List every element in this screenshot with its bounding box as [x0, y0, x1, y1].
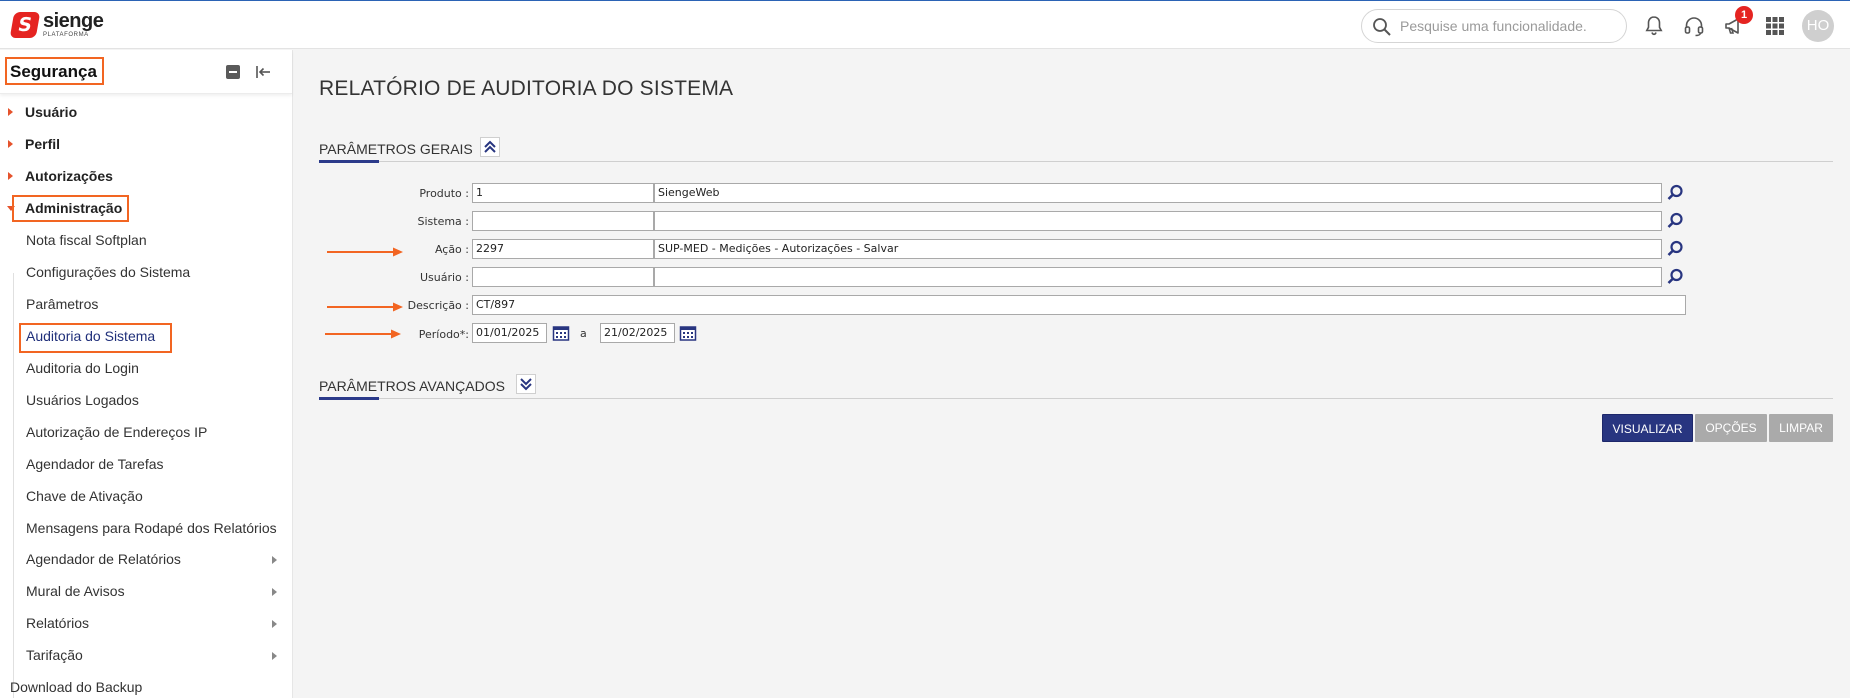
sienge-logo[interactable]: S sienge PLATAFORMA [9, 10, 104, 38]
acao-name-input[interactable]: SUP-MED - Medições - Autorizações - Salv… [654, 239, 1662, 259]
sidebar-item-mural-de-avisos[interactable]: Mural de Avisos [26, 579, 292, 603]
magnifier-icon[interactable] [1665, 267, 1685, 287]
magnifier-icon[interactable] [1665, 239, 1685, 259]
chevron-right-icon [272, 620, 277, 628]
brand-subtitle: PLATAFORMA [43, 32, 89, 38]
produto-label: Produto : [419, 187, 469, 200]
sistema-name-input[interactable] [654, 211, 1662, 231]
caret-right-icon [8, 140, 13, 148]
sidebar-item-parametros[interactable]: Parâmetros [26, 292, 292, 316]
sidebar-item-mensagens-rodape[interactable]: Mensagens para Rodapé dos Relatórios [26, 516, 292, 540]
annotation-arrow-icon [327, 247, 403, 257]
headset-icon[interactable] [1682, 14, 1706, 38]
sistema-label: Sistema : [417, 215, 469, 228]
user-avatar[interactable]: HO [1802, 10, 1834, 42]
magnifier-icon[interactable] [1665, 183, 1685, 203]
caret-down-icon [7, 206, 15, 211]
sidebar: Segurança Usuário Perfil Autorizações Ad… [0, 50, 293, 698]
sidebar-item-autorizacoes[interactable]: Autorizações [0, 164, 292, 188]
page-title: RELATÓRIO DE AUDITORIA DO SISTEMA [319, 77, 734, 100]
sidebar-item-autorizacao-enderecos-ip[interactable]: Autorização de Endereços IP [26, 420, 292, 444]
expand-section-button[interactable] [516, 374, 536, 394]
sidebar-item-relatorios[interactable]: Relatórios [26, 611, 292, 635]
opcoes-button[interactable]: OPÇÕES [1695, 414, 1767, 442]
collapse-all-icon[interactable] [226, 65, 240, 79]
brand-name: sienge [43, 10, 104, 32]
chevron-double-up-icon [484, 140, 496, 153]
sidebar-item-chave-de-ativacao[interactable]: Chave de Ativação [26, 484, 292, 508]
chevron-double-down-icon [520, 378, 532, 391]
section-title: PARÂMETROS AVANÇADOS [319, 378, 505, 394]
annotation-arrow-icon [327, 302, 403, 312]
periodo-start-input[interactable]: 01/01/2025 [472, 323, 547, 343]
calendar-icon[interactable] [552, 324, 570, 342]
sidebar-item-auditoria-do-login[interactable]: Auditoria do Login [26, 356, 292, 380]
produto-code-input[interactable]: 1 [472, 183, 654, 203]
sienge-logo-icon: S [9, 11, 41, 38]
limpar-button[interactable]: LIMPAR [1769, 414, 1833, 442]
section-underline [319, 397, 379, 400]
sidebar-item-configuracoes-do-sistema[interactable]: Configurações do Sistema [26, 260, 292, 284]
usuario-label: Usuário : [419, 271, 469, 284]
caret-right-icon [8, 172, 13, 180]
collapse-section-button[interactable] [480, 137, 500, 157]
section-underline [319, 160, 379, 163]
usuario-code-input[interactable] [472, 267, 654, 287]
tree-line [13, 273, 14, 698]
sistema-code-input[interactable] [472, 211, 654, 231]
visualizar-button[interactable]: VISUALIZAR [1602, 414, 1693, 442]
sidebar-item-usuarios-logados[interactable]: Usuários Logados [26, 388, 292, 412]
sidebar-item-download-do-backup[interactable]: Download do Backup [10, 675, 270, 698]
chevron-right-icon [272, 556, 277, 564]
section-parametros-gerais: PARÂMETROS GERAIS [319, 136, 1833, 163]
sidebar-item-usuario[interactable]: Usuário [0, 100, 292, 124]
periodo-separator: a [580, 327, 587, 340]
chevron-right-icon [272, 588, 277, 596]
sidebar-item-agendador-de-relatorios[interactable]: Agendador de Relatórios [26, 547, 292, 571]
sidebar-item-nota-fiscal-softplan[interactable]: Nota fiscal Softplan [26, 228, 292, 252]
sidebar-item-agendador-de-tarefas[interactable]: Agendador de Tarefas [26, 452, 292, 476]
acao-code-input[interactable]: 2297 [472, 239, 654, 259]
hide-sidebar-icon[interactable] [255, 64, 271, 80]
calendar-icon[interactable] [679, 324, 697, 342]
notification-badge: 1 [1735, 6, 1753, 24]
usuario-name-input[interactable] [654, 267, 1662, 287]
sidebar-item-administracao[interactable]: Administração [0, 196, 292, 220]
annotation-arrow-icon [325, 329, 401, 339]
caret-right-icon [8, 108, 13, 116]
sidebar-title: Segurança [10, 62, 97, 81]
produto-name-input[interactable]: SiengeWeb [654, 183, 1662, 203]
sidebar-item-perfil[interactable]: Perfil [0, 132, 292, 156]
section-parametros-avancados: PARÂMETROS AVANÇADOS [319, 373, 1833, 400]
descricao-input[interactable]: CT/897 [472, 295, 1686, 315]
sidebar-header: Segurança [0, 50, 292, 94]
periodo-end-input[interactable]: 21/02/2025 [600, 323, 675, 343]
top-bar: S sienge PLATAFORMA 1 HO [0, 0, 1850, 49]
apps-grid-icon[interactable] [1763, 14, 1787, 38]
section-title: PARÂMETROS GERAIS [319, 141, 473, 157]
sidebar-item-auditoria-do-sistema[interactable]: Auditoria do Sistema [26, 324, 292, 348]
search-box[interactable] [1361, 9, 1627, 43]
bell-icon[interactable] [1642, 14, 1666, 38]
magnifier-icon[interactable] [1665, 211, 1685, 231]
search-icon [1373, 18, 1391, 36]
chevron-right-icon [272, 652, 277, 660]
search-input[interactable] [1400, 16, 1615, 36]
sidebar-item-tarifacao[interactable]: Tarifação [26, 643, 292, 667]
